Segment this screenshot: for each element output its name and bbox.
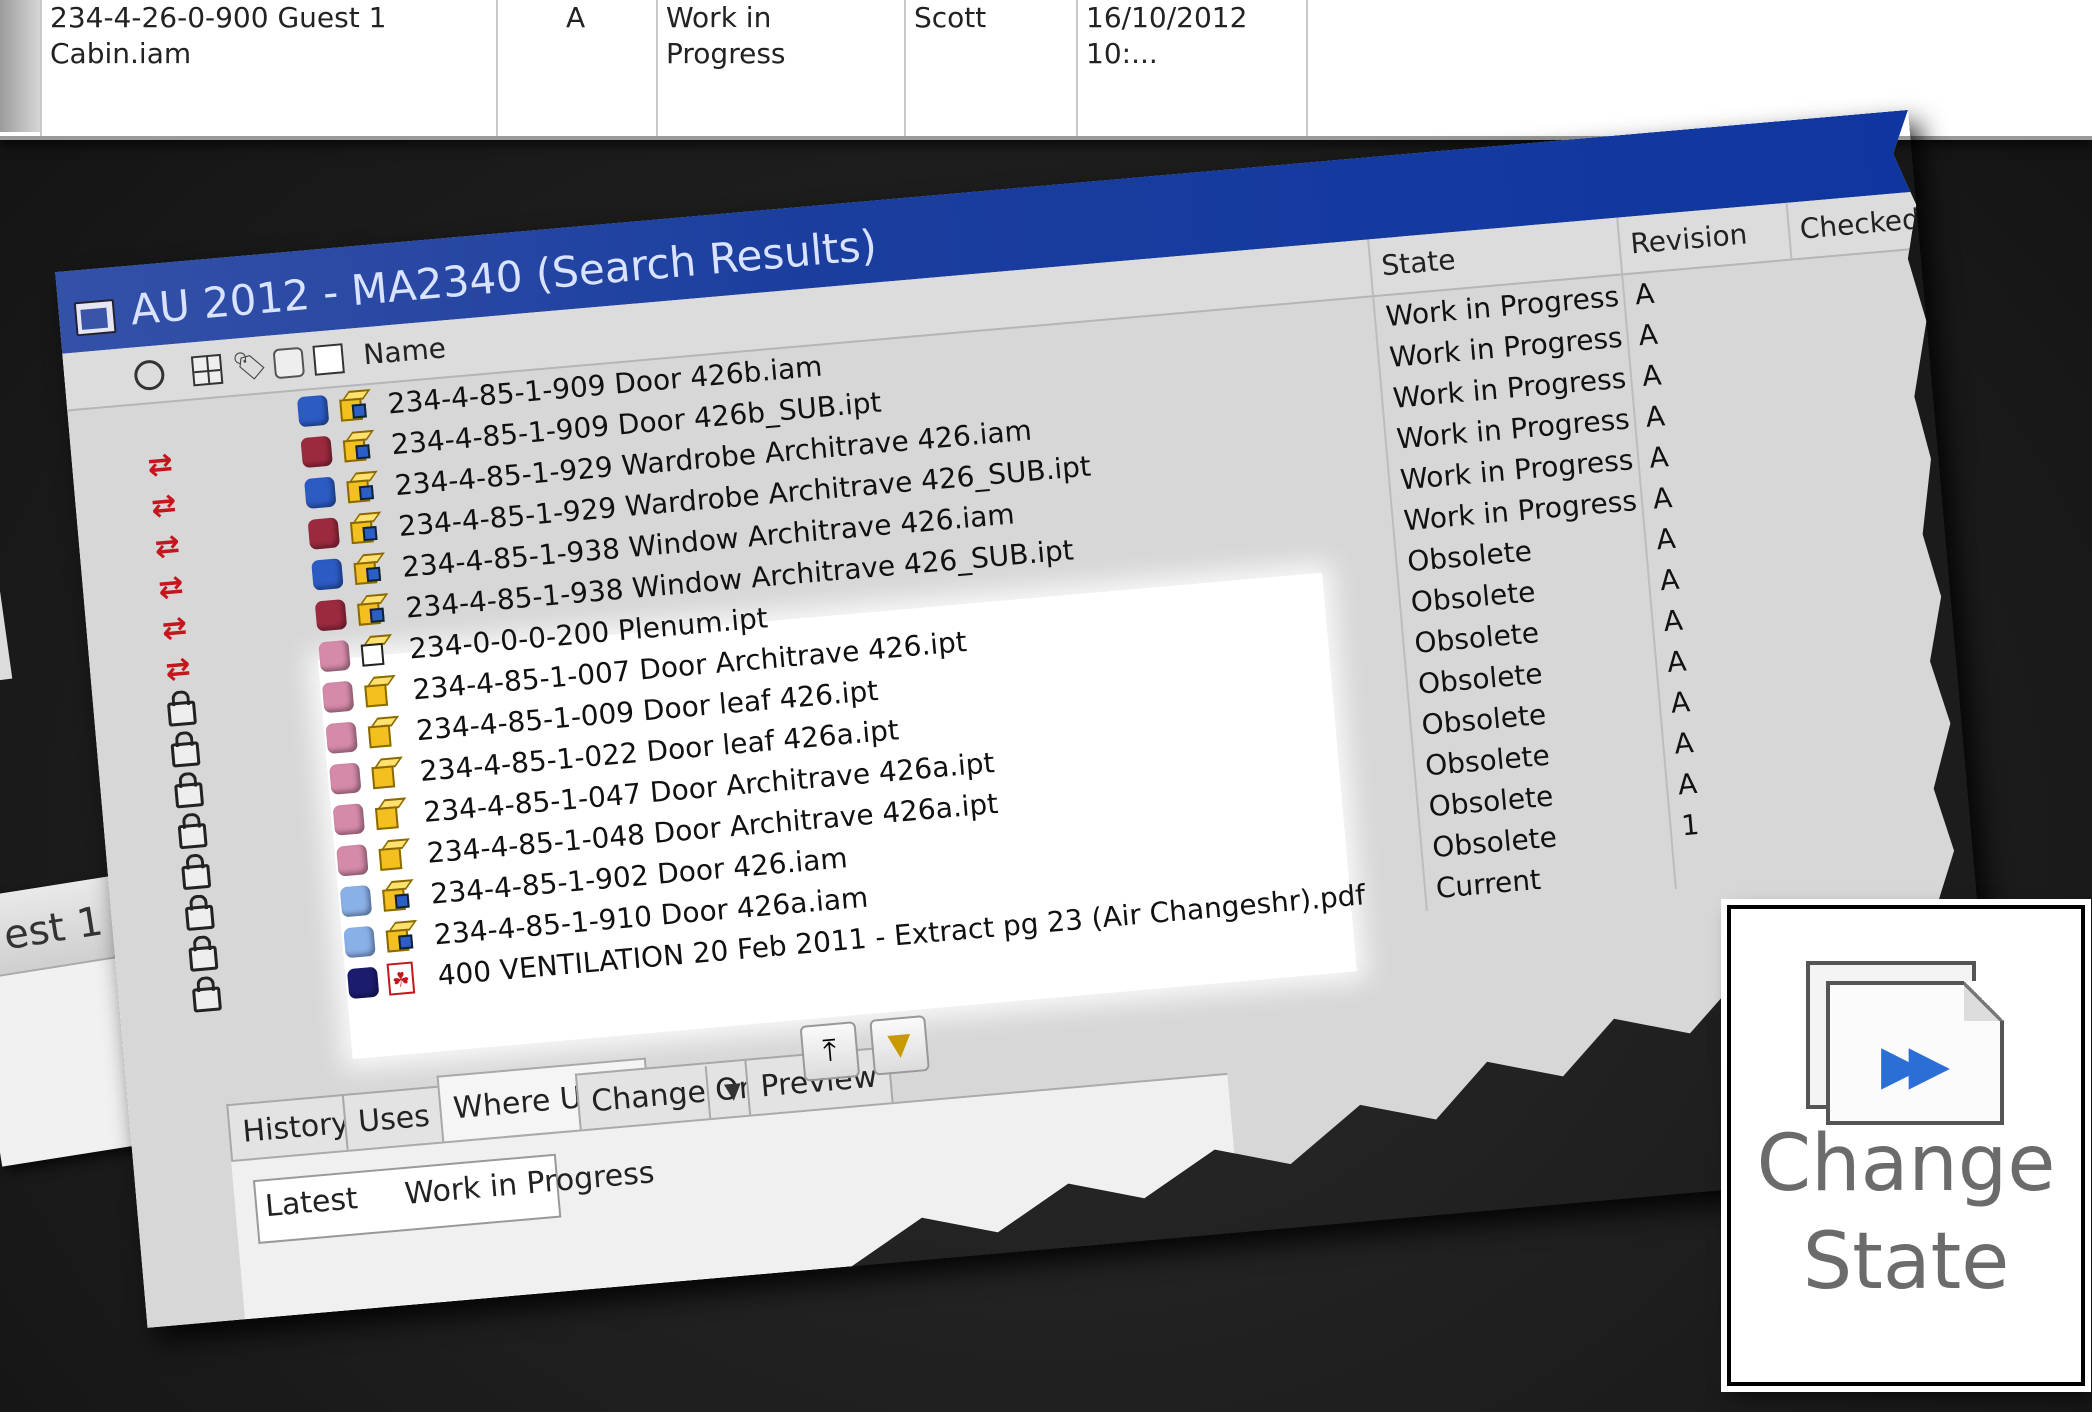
status-dot-icon (315, 599, 348, 632)
forward-arrows-icon: ▶▶ (1881, 1033, 1950, 1096)
status-dot-icon (308, 517, 341, 550)
top-row-name: 234-4-26-0-900 Guest 1 Cabin.iam (40, 0, 496, 136)
top-row-date: 16/10/2012 10:... (1076, 0, 1306, 136)
window-app-icon (74, 299, 117, 336)
change-state-label-line2: State (1802, 1217, 2010, 1307)
lock-icon (180, 896, 219, 933)
status-dot-icon (300, 436, 333, 469)
lock-icon (187, 978, 226, 1015)
pdf-file-icon: ☘ (387, 961, 426, 998)
filter-icon[interactable]: ▼ (869, 1015, 930, 1076)
lock-icon (177, 855, 216, 892)
assembly-file-icon (351, 552, 390, 589)
sync-icon: ⇄ (164, 650, 193, 688)
top-row-empty (1306, 0, 2092, 136)
lock-icon (173, 815, 212, 852)
status-dot-icon (347, 967, 380, 1000)
top-row-state: Work in Progress (656, 0, 904, 136)
assembly-file-icon (383, 920, 422, 957)
part-file-icon (372, 797, 411, 834)
status-dot-icon (329, 762, 362, 795)
row-selector (0, 0, 40, 132)
lock-icon (184, 937, 223, 974)
column-checked[interactable]: Checked (1786, 191, 1930, 259)
status-dot-icon (333, 803, 366, 836)
tag-icon[interactable]: 🏷 (231, 350, 264, 383)
status-dot-icon (297, 395, 330, 428)
lock-icon (169, 774, 208, 811)
window-body: AU 2012 - MA2340 (Search Results) 🏷 Name… (55, 110, 2000, 1328)
background-file-row[interactable]: 234-4-26-0-900 Guest 1 Cabin.iam A Work … (0, 0, 2092, 140)
status-dot-icon (336, 844, 369, 877)
sheet-metal-file-icon (358, 634, 397, 671)
status-dot-icon (343, 926, 376, 959)
top-row-revision: A (496, 0, 656, 136)
tab-uses[interactable]: Uses (342, 1085, 446, 1149)
status-dot-icon (340, 885, 373, 918)
sync-icon: ⇄ (146, 446, 175, 484)
part-file-icon (362, 675, 401, 712)
fragment-label: est 1 (0, 898, 106, 960)
status-dot-icon (311, 558, 344, 591)
part-file-icon (347, 511, 386, 548)
assembly-file-icon (344, 470, 383, 507)
chevron-down-icon[interactable]: ▼ (705, 1062, 760, 1122)
open-icon[interactable]: ⤒ (800, 1021, 861, 1082)
part-file-icon (354, 593, 393, 630)
change-state-button[interactable]: ▶▶ Change State (1727, 905, 2085, 1386)
lock-icon (166, 733, 205, 770)
sync-icon: ⇄ (149, 487, 178, 525)
part-file-icon (369, 756, 408, 793)
sync-icon: ⇄ (160, 609, 189, 647)
lifecycle-blank (137, 406, 176, 443)
part-file-icon (365, 716, 404, 753)
document-icon[interactable] (312, 343, 345, 376)
lock-icon (162, 692, 201, 729)
status-circle-icon[interactable] (133, 359, 166, 392)
grid-icon[interactable] (191, 354, 224, 387)
assembly-file-icon (379, 879, 418, 916)
rounded-square-icon[interactable] (273, 347, 306, 380)
status-dot-icon (318, 640, 351, 673)
change-state-label-line1: Change (1756, 1119, 2056, 1209)
fragment-header: est 1 (0, 876, 121, 981)
top-row-user: Scott (904, 0, 1076, 136)
assembly-file-icon (337, 389, 376, 426)
sync-icon: ⇄ (153, 528, 182, 566)
status-dot-icon (304, 476, 337, 509)
status-dot-icon (325, 722, 358, 755)
part-file-icon (376, 838, 415, 875)
sync-icon: ⇄ (156, 569, 185, 607)
status-dot-icon (322, 681, 355, 714)
vault-search-window[interactable]: AU 2012 - MA2340 (Search Results) 🏷 Name… (55, 110, 2000, 1328)
part-file-icon (340, 430, 379, 467)
